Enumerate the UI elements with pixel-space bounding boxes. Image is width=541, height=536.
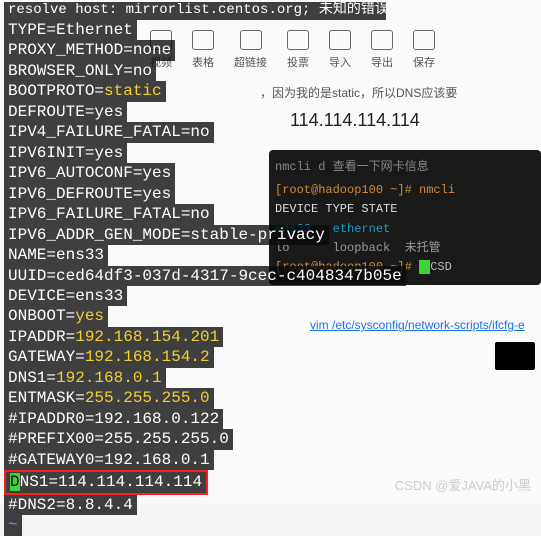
- cursor-block: [419, 260, 430, 274]
- main-terminal[interactable]: resolve host: mirrorlist.centos.org; 未知的…: [0, 0, 390, 504]
- config-line: UUID=ced64df3-037d-4317-9cec-c4048347b05…: [4, 266, 406, 286]
- watermark: CSDN @爱JAVA的小黑: [395, 475, 531, 494]
- config-line: TYPE=Ethernet: [4, 20, 137, 40]
- save-icon: [413, 30, 435, 50]
- config-line: NAME=ens33: [4, 245, 108, 265]
- faded-error-line: resolve host: mirrorlist.centos.org; 未知的…: [4, 2, 386, 20]
- highlighted-dns-line: DNS1=114.114.114.114: [4, 470, 208, 494]
- config-line: ENTMASK=255.255.255.0: [4, 388, 214, 408]
- config-line: PROXY_METHOD=none: [4, 40, 175, 60]
- config-line: IPV6INIT=yes: [4, 143, 127, 163]
- config-line: IPV6_AUTOCONF=yes: [4, 163, 175, 183]
- config-line: #PREFIX00=255.255.255.0: [4, 429, 233, 449]
- config-line: ONBOOT=yes: [4, 306, 108, 326]
- config-line: #IPADDR0=192.168.0.122: [4, 409, 223, 429]
- config-line: IPV4_FAILURE_FATAL=no: [4, 122, 214, 142]
- config-line: IPV6_DEFROUTE=yes: [4, 184, 175, 204]
- config-line: BOOTPROTO=static: [4, 81, 166, 101]
- config-line: DNS1=192.168.0.1: [4, 368, 166, 388]
- config-line: IPV6_ADDR_GEN_MODE=stable-privacy: [4, 225, 329, 245]
- config-line: DEVICE=ens33: [4, 286, 127, 306]
- vim-empty-line: ~: [4, 515, 22, 535]
- config-line: BROWSER_ONLY=no: [4, 61, 156, 81]
- config-line: #DNS2=8.8.4.4: [4, 495, 137, 515]
- thumbnail: [495, 342, 535, 370]
- config-line: IPADDR=192.168.154.201: [4, 327, 223, 347]
- cursor-icon: D: [10, 473, 20, 491]
- toolbar-save[interactable]: 保存: [413, 30, 435, 70]
- config-line: DEFROUTE=yes: [4, 102, 127, 122]
- config-line: #GATEWAY0=192.168.0.1: [4, 450, 214, 470]
- config-line: GATEWAY=192.168.154.2: [4, 347, 214, 367]
- config-line: IPV6_FAILURE_FATAL=no: [4, 204, 214, 224]
